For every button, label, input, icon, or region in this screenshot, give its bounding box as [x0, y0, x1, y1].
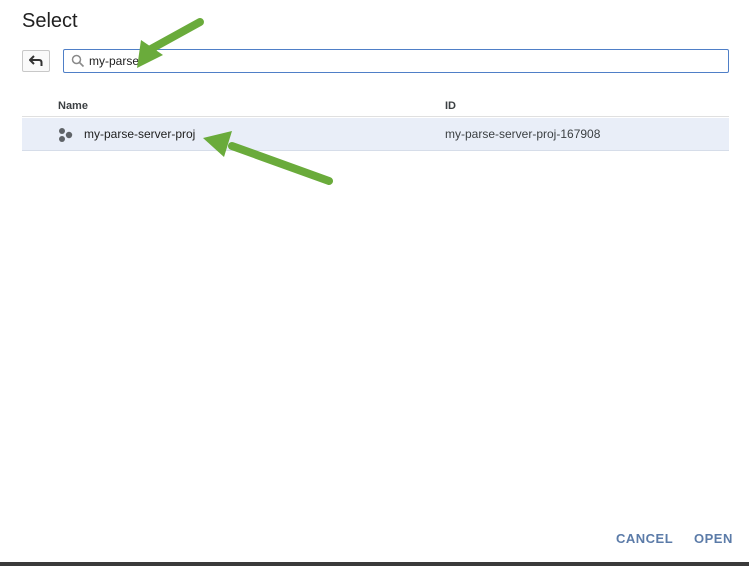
column-header-id: ID: [445, 100, 456, 112]
select-dialog: Select Name ID my-parse: [0, 0, 749, 566]
search-box[interactable]: [63, 49, 729, 73]
cancel-button[interactable]: CANCEL: [616, 531, 673, 546]
back-button[interactable]: [22, 50, 50, 72]
column-header-name: Name: [58, 100, 88, 112]
back-arrow-icon: [29, 55, 43, 67]
open-button[interactable]: OPEN: [694, 531, 733, 546]
table-header: Name ID: [22, 95, 729, 117]
bottom-divider: [0, 562, 749, 566]
annotation-arrows: [137, 18, 333, 185]
search-icon: [69, 52, 87, 70]
table-row[interactable]: my-parse-server-proj my-parse-server-pro…: [22, 118, 729, 151]
dialog-title: Select: [22, 10, 78, 32]
search-input[interactable]: [89, 54, 689, 68]
project-id: my-parse-server-proj-167908: [445, 127, 601, 141]
project-hexagon-icon: [58, 127, 74, 143]
project-name: my-parse-server-proj: [84, 127, 196, 141]
